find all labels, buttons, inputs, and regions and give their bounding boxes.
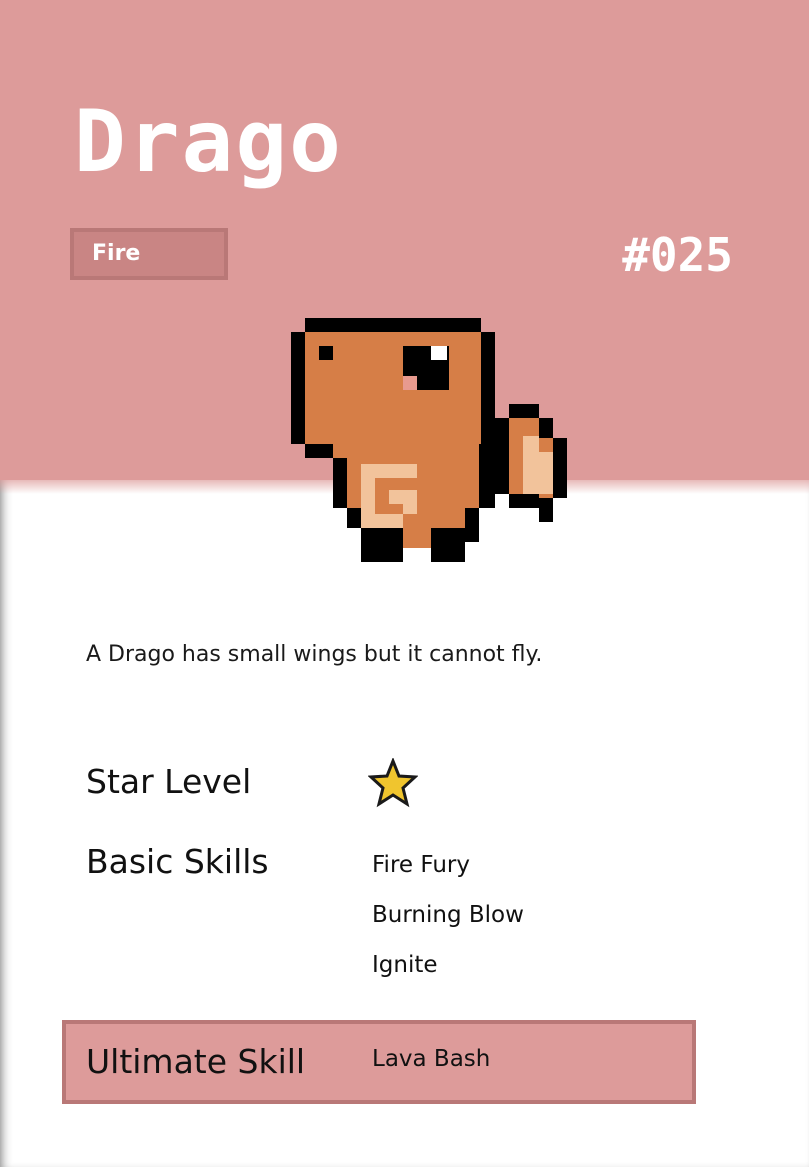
creature-number: #025 [622, 228, 733, 282]
ultimate-skill-label: Ultimate Skill [86, 1042, 306, 1081]
creature-sprite [291, 318, 567, 562]
star-icon [368, 758, 418, 808]
basic-skill-1: Fire Fury [372, 852, 470, 878]
basic-skills-label: Basic Skills [86, 842, 269, 881]
creature-name: Drago [74, 92, 343, 192]
type-badge: Fire [74, 232, 224, 276]
basic-skill-2: Burning Blow [372, 902, 524, 928]
star-level-label: Star Level [86, 762, 252, 801]
creature-description: A Drago has small wings but it cannot fl… [86, 642, 543, 667]
ultimate-skill-name: Lava Bash [372, 1046, 491, 1072]
creature-card: Drago Fire #025 A Drago has small wings … [0, 0, 809, 1167]
type-label: Fire [92, 241, 141, 266]
ultimate-skill-panel: Ultimate Skill Lava Bash [66, 1024, 692, 1100]
basic-skill-3: Ignite [372, 952, 438, 978]
